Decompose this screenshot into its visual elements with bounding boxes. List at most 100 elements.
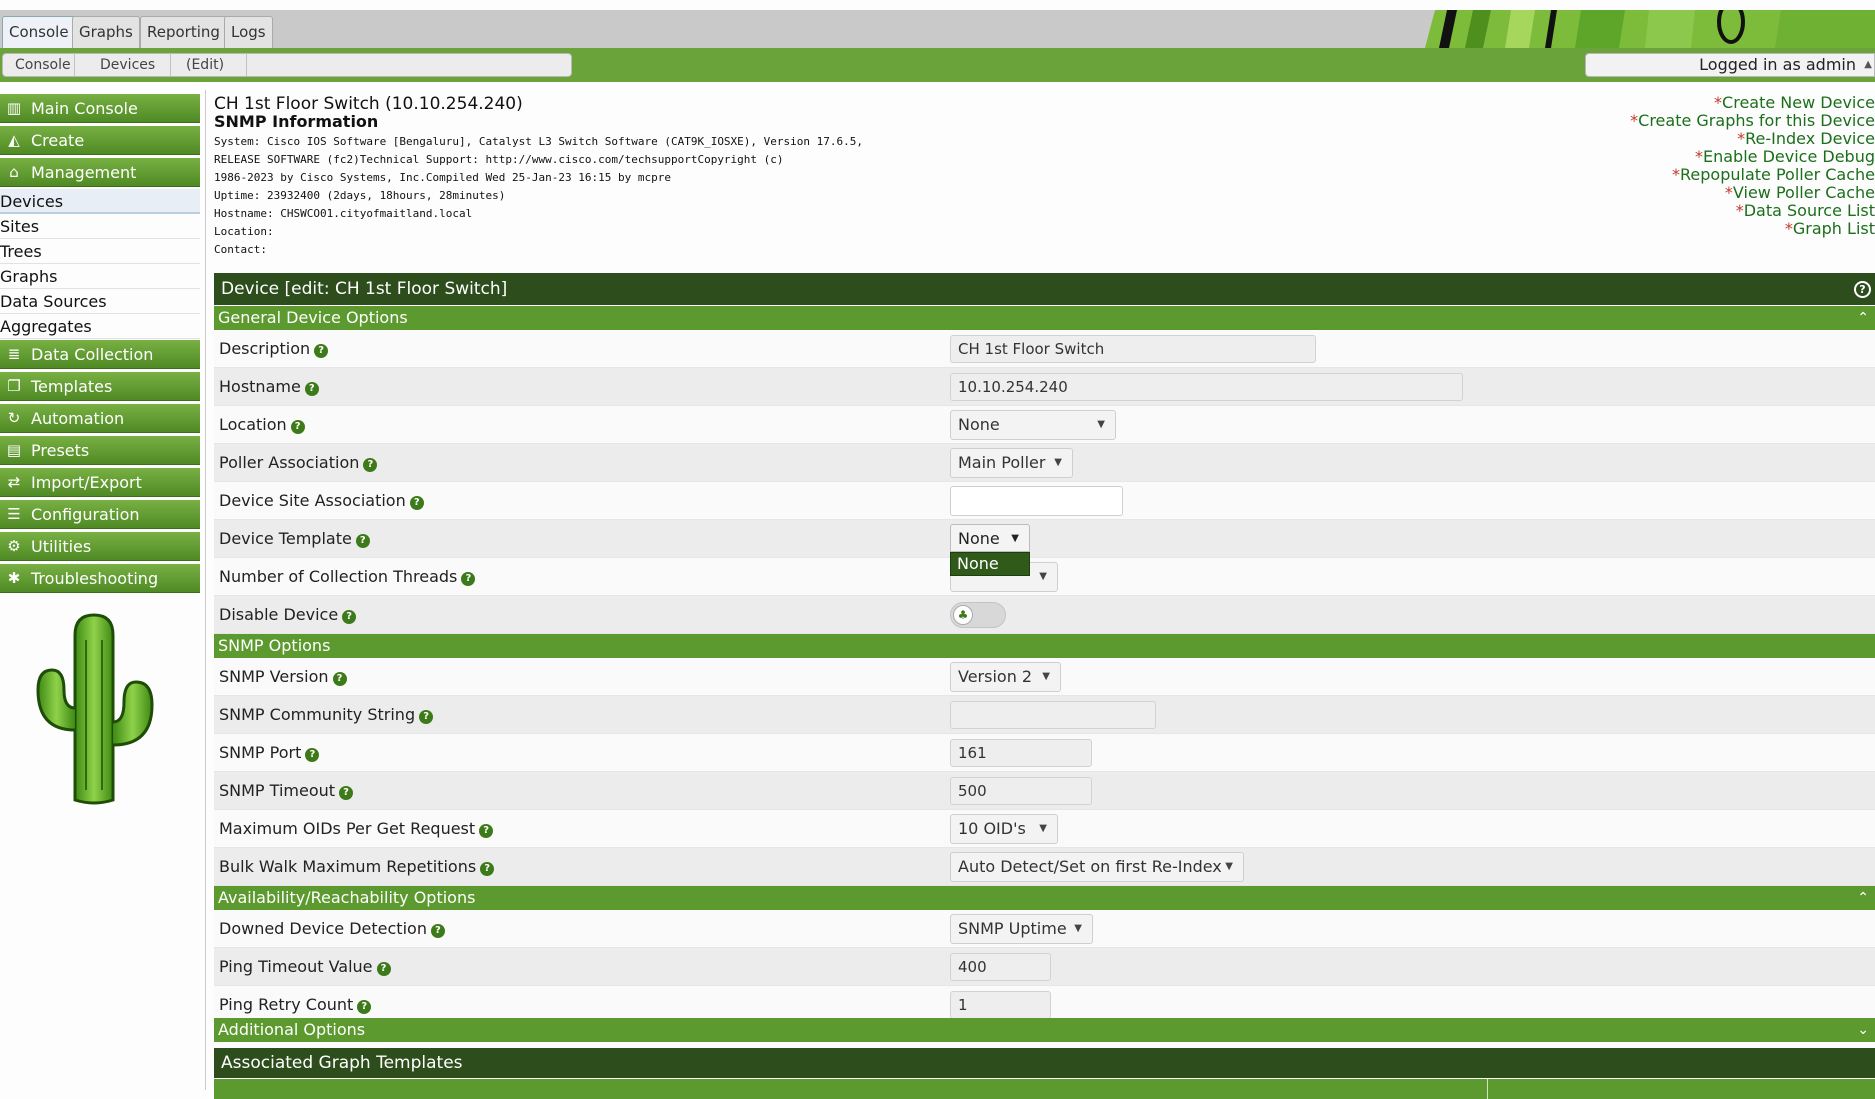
snmp-timeout-label: SNMP Timeout? bbox=[219, 772, 354, 810]
help-icon[interactable]: ? bbox=[479, 824, 494, 838]
menu-import-export[interactable]: ⇄ Import/Export bbox=[0, 468, 200, 497]
site-select[interactable] bbox=[950, 486, 1123, 516]
breadcrumb-separator bbox=[67, 54, 75, 76]
menu-templates[interactable]: ❐ Templates bbox=[0, 372, 200, 401]
help-icon[interactable]: ? bbox=[461, 572, 476, 586]
caret-down-icon: ▼ bbox=[1097, 419, 1105, 430]
sidebar-item-trees[interactable]: Trees bbox=[0, 239, 200, 264]
menu-utilities[interactable]: ⚙ Utilities bbox=[0, 532, 200, 561]
menu-management[interactable]: ⌂ Management bbox=[0, 158, 200, 187]
snmp-system-line: System: Cisco IOS Software [Bengaluru], … bbox=[214, 135, 864, 148]
breadcrumb-console[interactable]: Console bbox=[15, 54, 71, 76]
site-label: Device Site Association? bbox=[219, 482, 424, 520]
snmp-community-input[interactable] bbox=[950, 701, 1156, 729]
help-icon[interactable]: ? bbox=[363, 458, 378, 472]
ping-timeout-label: Ping Timeout Value? bbox=[219, 948, 391, 986]
tab-graphs[interactable]: Graphs bbox=[72, 16, 140, 48]
bulk-walk-label: Bulk Walk Maximum Repetitions? bbox=[219, 848, 495, 886]
breadcrumb-edit: (Edit) bbox=[186, 57, 225, 73]
row-hostname: Hostname? 10.10.254.240 bbox=[214, 368, 1875, 406]
sidebar-item-graphs[interactable]: Graphs bbox=[0, 264, 200, 289]
menu-configuration[interactable]: ☰ Configuration bbox=[0, 500, 200, 529]
link-create-new-device[interactable]: *Create New Device bbox=[1714, 93, 1875, 112]
chart-icon: ◭ bbox=[8, 131, 20, 149]
link-reindex-device[interactable]: *Re-Index Device bbox=[1737, 129, 1875, 148]
help-icon[interactable]: ? bbox=[480, 862, 495, 876]
menu-create[interactable]: ◭ Create bbox=[0, 126, 200, 155]
menu-label: Management bbox=[31, 163, 137, 182]
help-icon[interactable]: ? bbox=[290, 420, 305, 434]
caret-down-icon: ▼ bbox=[1042, 671, 1050, 682]
link-graph-list[interactable]: *Graph List bbox=[1785, 219, 1875, 238]
link-enable-debug[interactable]: *Enable Device Debug bbox=[1695, 147, 1875, 166]
disable-device-toggle[interactable]: ♣ bbox=[950, 602, 1006, 628]
row-bulk-walk: Bulk Walk Maximum Repetitions? Auto Dete… bbox=[214, 848, 1875, 886]
description-input[interactable]: CH 1st Floor Switch bbox=[950, 335, 1316, 363]
sidebar-item-aggregates[interactable]: Aggregates bbox=[0, 314, 200, 339]
help-icon[interactable]: ? bbox=[342, 610, 357, 624]
row-location: Location? None ▼ bbox=[214, 406, 1875, 444]
help-icon[interactable]: ? bbox=[314, 344, 329, 358]
help-icon[interactable]: ? bbox=[376, 962, 391, 976]
snmp-community-label: SNMP Community String? bbox=[219, 696, 434, 734]
collapse-icon[interactable]: ⌃ bbox=[1857, 886, 1869, 910]
expand-icon[interactable]: ⌄ bbox=[1857, 1018, 1869, 1042]
row-device-template: Device Template? None ▼ None bbox=[214, 520, 1875, 576]
login-status[interactable]: Logged in as admin ▲ bbox=[1585, 53, 1875, 77]
snmp-version-select[interactable]: Version 2 ▼ bbox=[950, 662, 1061, 692]
associated-graph-templates-header: Associated Graph Templates bbox=[214, 1048, 1875, 1078]
downed-detection-select[interactable]: SNMP Uptime ▼ bbox=[950, 914, 1093, 944]
ping-retry-input[interactable]: 1 bbox=[950, 991, 1051, 1019]
section-availability-options[interactable]: Availability/Reachability Options ⌃ bbox=[214, 886, 1875, 910]
section-general-device-options[interactable]: General Device Options ⌃ bbox=[214, 306, 1875, 330]
sidebar-item-data-sources[interactable]: Data Sources bbox=[0, 289, 200, 314]
breadcrumb-devices[interactable]: Devices bbox=[100, 54, 155, 76]
bulk-walk-select[interactable]: Auto Detect/Set on first Re-Index ▼ bbox=[950, 852, 1244, 882]
row-snmp-timeout: SNMP Timeout? 500 bbox=[214, 772, 1875, 810]
exchange-icon: ⇄ bbox=[7, 473, 21, 491]
help-icon[interactable]: ? bbox=[430, 924, 445, 938]
help-icon[interactable]: ? bbox=[409, 496, 424, 510]
tab-reporting[interactable]: Reporting bbox=[140, 16, 227, 48]
ping-timeout-input[interactable]: 400 bbox=[950, 953, 1051, 981]
max-oids-select[interactable]: 10 OID's ▼ bbox=[950, 814, 1058, 844]
caret-down-icon: ▼ bbox=[1039, 571, 1047, 582]
link-view-poller-cache[interactable]: *View Poller Cache bbox=[1725, 183, 1875, 202]
link-create-graphs[interactable]: *Create Graphs for this Device bbox=[1630, 111, 1875, 130]
menu-data-collection[interactable]: ≣ Data Collection bbox=[0, 340, 200, 369]
device-template-label: Device Template? bbox=[219, 520, 370, 558]
device-template-select[interactable]: None ▼ bbox=[950, 524, 1030, 552]
section-additional-options[interactable]: Additional Options ⌄ bbox=[214, 1018, 1875, 1042]
help-icon[interactable]: ? bbox=[357, 1000, 372, 1014]
link-data-source-list[interactable]: *Data Source List bbox=[1736, 201, 1875, 220]
poller-select[interactable]: Main Poller ▼ bbox=[950, 448, 1073, 478]
help-icon[interactable]: ? bbox=[304, 382, 319, 396]
tab-logs[interactable]: Logs bbox=[224, 16, 273, 48]
sidebar-item-sites[interactable]: Sites bbox=[0, 214, 200, 239]
section-snmp-options[interactable]: SNMP Options bbox=[214, 634, 1875, 658]
menu-label: Create bbox=[31, 131, 85, 150]
help-icon[interactable]: ? bbox=[419, 710, 434, 724]
location-select[interactable]: None ▼ bbox=[950, 410, 1116, 440]
snmp-timeout-input[interactable]: 500 bbox=[950, 777, 1092, 805]
sidebar-item-devices[interactable]: Devices bbox=[0, 189, 200, 214]
help-icon[interactable]: ? bbox=[339, 786, 354, 800]
section-label: SNMP Options bbox=[218, 636, 331, 655]
menu-troubleshooting[interactable]: ✱ Troubleshooting bbox=[0, 564, 200, 593]
tab-console[interactable]: Console bbox=[2, 16, 76, 48]
menu-label: Troubleshooting bbox=[31, 569, 159, 588]
help-icon[interactable]: ? bbox=[332, 672, 347, 686]
menu-automation[interactable]: ↻ Automation bbox=[0, 404, 200, 433]
link-repopulate-poller-cache[interactable]: *Repopulate Poller Cache bbox=[1672, 165, 1875, 184]
menu-label: Data Collection bbox=[31, 345, 154, 364]
collapse-icon[interactable]: ⌃ bbox=[1857, 306, 1869, 330]
menu-main-console[interactable]: ▥ Main Console bbox=[0, 94, 200, 123]
help-icon[interactable]: ? bbox=[355, 534, 370, 548]
help-icon[interactable]: ? bbox=[1854, 281, 1871, 298]
snmp-port-input[interactable]: 161 bbox=[950, 739, 1092, 767]
device-template-option-none[interactable]: None bbox=[950, 552, 1030, 576]
row-snmp-port: SNMP Port? 161 bbox=[214, 734, 1875, 772]
menu-presets[interactable]: ▤ Presets bbox=[0, 436, 200, 465]
hostname-input[interactable]: 10.10.254.240 bbox=[950, 373, 1463, 401]
help-icon[interactable]: ? bbox=[305, 748, 320, 762]
